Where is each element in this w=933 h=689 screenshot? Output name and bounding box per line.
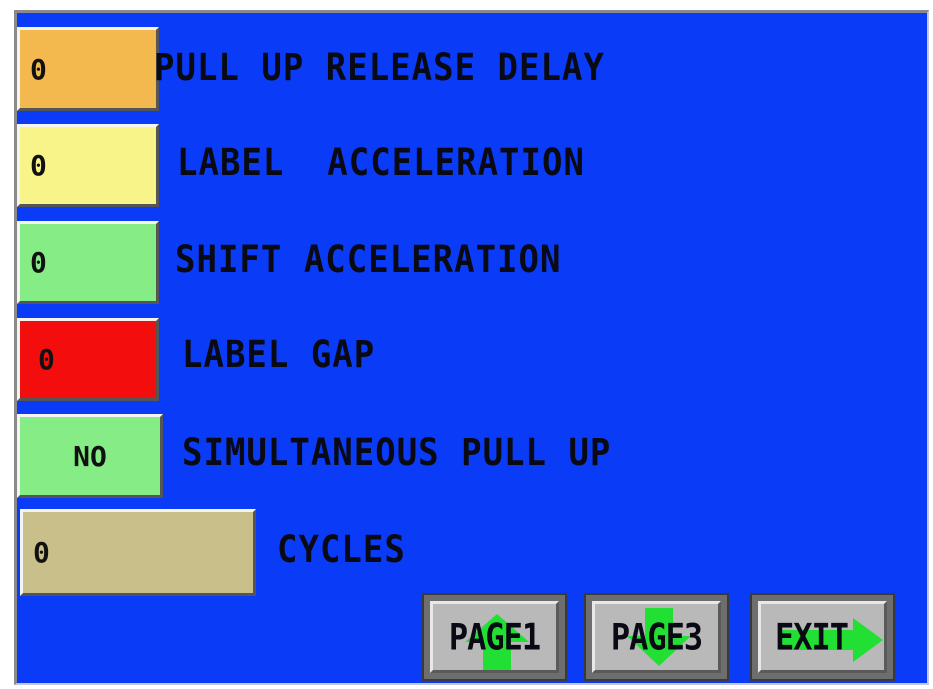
cycles-field[interactable]: 0: [20, 509, 256, 596]
label-gap-field[interactable]: 0: [17, 318, 159, 401]
simultaneous-pull-up-toggle[interactable]: NO: [17, 414, 163, 498]
label-gap-value: 0: [38, 343, 55, 376]
shift-acceleration-label: SHIFT ACCELERATION: [175, 238, 562, 282]
label-acceleration-label: LABEL ACCELERATION: [177, 141, 585, 185]
simultaneous-pull-up-value: NO: [73, 439, 107, 473]
page1-button[interactable]: PAGE1: [422, 593, 567, 681]
pull-up-release-delay-label: PULL UP RELEASE DELAY: [154, 46, 605, 90]
cycles-label: CYCLES: [277, 528, 406, 572]
pull-up-release-delay-value: 0: [30, 52, 47, 86]
exit-button-label: EXIT: [775, 615, 849, 659]
label-gap-label: LABEL GAP: [182, 333, 376, 377]
shift-acceleration-value: 0: [30, 246, 47, 279]
label-acceleration-field[interactable]: 0: [17, 124, 159, 207]
page3-button-label: PAGE3: [610, 615, 703, 659]
shift-acceleration-field[interactable]: 0: [17, 221, 159, 304]
exit-button[interactable]: EXIT: [750, 593, 895, 681]
label-acceleration-value: 0: [30, 149, 47, 182]
pull-up-release-delay-field[interactable]: 0: [17, 27, 159, 111]
cycles-value: 0: [33, 536, 50, 569]
page1-button-label: PAGE1: [448, 615, 541, 659]
simultaneous-pull-up-label: SIMULTANEOUS PULL UP: [182, 431, 612, 475]
page3-button[interactable]: PAGE3: [584, 593, 729, 681]
